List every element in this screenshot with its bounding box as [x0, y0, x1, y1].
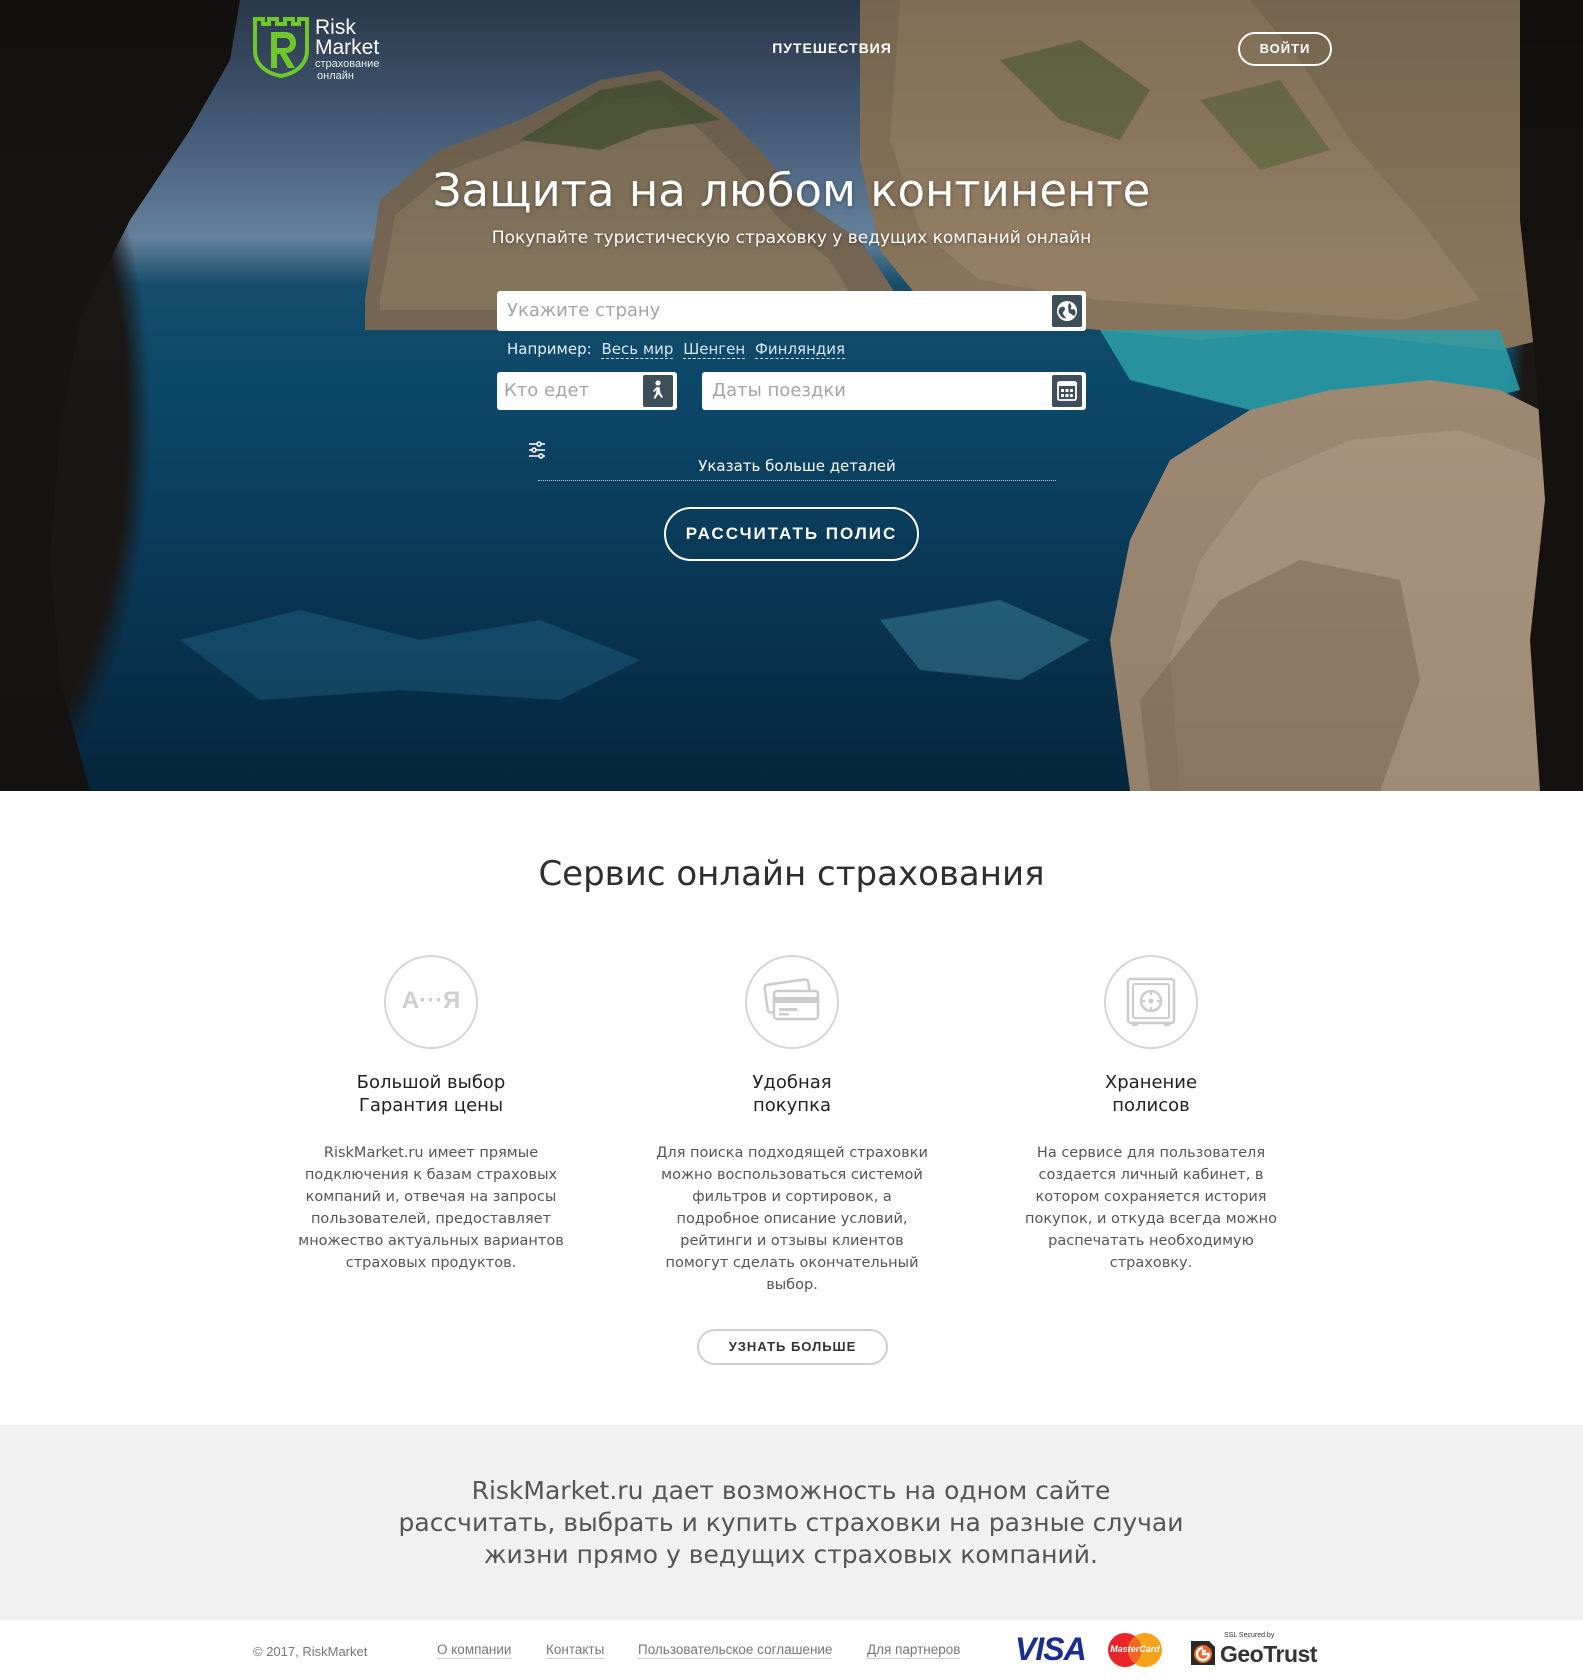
example-link-finland[interactable]: Финляндия [754, 340, 846, 359]
feature-purchase-title: Удобная покупка [642, 1071, 942, 1117]
trip-dates-placeholder: Даты поездки [712, 380, 846, 401]
traveler-icon[interactable] [643, 375, 673, 407]
country-examples: Например: Весь мир Шенген Финляндия [507, 340, 846, 359]
feature-storage-title-line1: Хранение [1104, 1072, 1198, 1093]
logo-brand-line2: Market [315, 36, 380, 59]
feature-purchase: Удобная покупка Для поиска подходящей ст… [642, 955, 942, 1296]
logo-tagline-line1: страхование [315, 58, 380, 70]
hero-subtitle: Покупайте туристическую страховку у веду… [491, 228, 1092, 248]
hero-title: Защита на любом континенте [432, 164, 1151, 217]
examples-label: Например: [507, 340, 592, 358]
visa-logo: VISA [1015, 1631, 1087, 1667]
footer-link-about[interactable]: О компании [437, 1642, 512, 1659]
feature-storage-title: Хранение полисов [1001, 1071, 1301, 1117]
cards-icon [763, 978, 820, 1021]
feature-storage-circle [1104, 955, 1198, 1049]
feature-choice-title-line2: Гарантия цены [358, 1095, 504, 1116]
logo-brand-line1: Risk [315, 16, 356, 39]
feature-storage: Хранение полисов На сервисе для пользова… [1001, 955, 1301, 1274]
example-link-world[interactable]: Весь мир [601, 340, 674, 359]
logo-text: Risk Market страхование онлайн [315, 16, 380, 82]
feature-storage-title-line2: полисов [1112, 1095, 1190, 1116]
travelers-input[interactable]: Кто едет [497, 372, 677, 410]
logo[interactable]: Risk Market страхование онлайн [251, 16, 401, 82]
login-button[interactable]: ВОЙТИ [1238, 32, 1332, 66]
footer-link-user-agreement[interactable]: Пользовательское соглашение [638, 1642, 833, 1659]
feature-storage-desc: На сервисе для пользователя создается ли… [1024, 1145, 1278, 1271]
feature-choice-title: Большой выбор Гарантия цены [281, 1071, 581, 1117]
feature-choice: А···Я Большой выбор Гарантия цены RiskMa… [281, 955, 581, 1274]
country-placeholder: Укажите страну [507, 300, 661, 321]
feature-purchase-title-line2: покупка [753, 1095, 831, 1116]
logo-tagline-line2: онлайн [317, 70, 354, 82]
example-link-schengen[interactable]: Шенген [683, 340, 746, 359]
mastercard-logo: MasterCard [1106, 1632, 1164, 1668]
travelers-placeholder: Кто едет [504, 380, 590, 401]
feature-purchase-circle [745, 955, 839, 1049]
geotrust-brand-text: GeoTrust [1220, 1641, 1317, 1667]
geotrust-seal-icon [1191, 1641, 1215, 1665]
learn-more-button[interactable]: УЗНАТЬ БОЛЬШЕ [697, 1329, 888, 1365]
feature-purchase-title-line1: Удобная [752, 1072, 832, 1093]
geotrust-badge: SSL Secured by GeoTrust [1187, 1629, 1327, 1671]
calendar-icon[interactable] [1052, 375, 1082, 407]
safe-icon [1126, 977, 1176, 1026]
service-title: Сервис онлайн страхования [538, 854, 1045, 894]
promo-text: RiskMarket.ru дает возможность на одном … [398, 1476, 1184, 1569]
feature-choice-desc: RiskMarket.ru имеет прямые подключения к… [298, 1145, 564, 1271]
feature-purchase-desc: Для поиска подходящей страховки можно во… [656, 1145, 928, 1293]
hero-section: Risk Market страхование онлайн ПУТЕШЕСТВ… [0, 0, 1583, 791]
more-details-link[interactable]: Указать больше деталей [538, 457, 1056, 481]
trip-dates-input[interactable]: Даты поездки [702, 372, 1086, 410]
country-input[interactable]: Укажите страну [497, 291, 1086, 331]
calculate-policy-button[interactable]: РАССЧИТАТЬ ПОЛИС [664, 507, 919, 561]
a-ya-icon-text: А···Я [401, 987, 461, 1014]
footer-link-contacts[interactable]: Контакты [546, 1642, 605, 1659]
geotrust-small-text: SSL Secured by [1224, 1632, 1275, 1639]
a-ya-icon: А···Я [384, 955, 478, 1049]
promo-band: RiskMarket.ru дает возможность на одном … [0, 1425, 1583, 1620]
logo-shield-icon [253, 17, 309, 78]
nav-travel-link[interactable]: ПУТЕШЕСТВИЯ [738, 40, 926, 56]
footer-copyright: © 2017, RiskMarket [253, 1644, 368, 1659]
globe-icon[interactable] [1052, 295, 1082, 327]
feature-choice-title-line1: Большой выбор [356, 1072, 506, 1093]
mastercard-text: MasterCard [1110, 1644, 1160, 1654]
footer-link-partners[interactable]: Для партнеров [867, 1642, 961, 1659]
